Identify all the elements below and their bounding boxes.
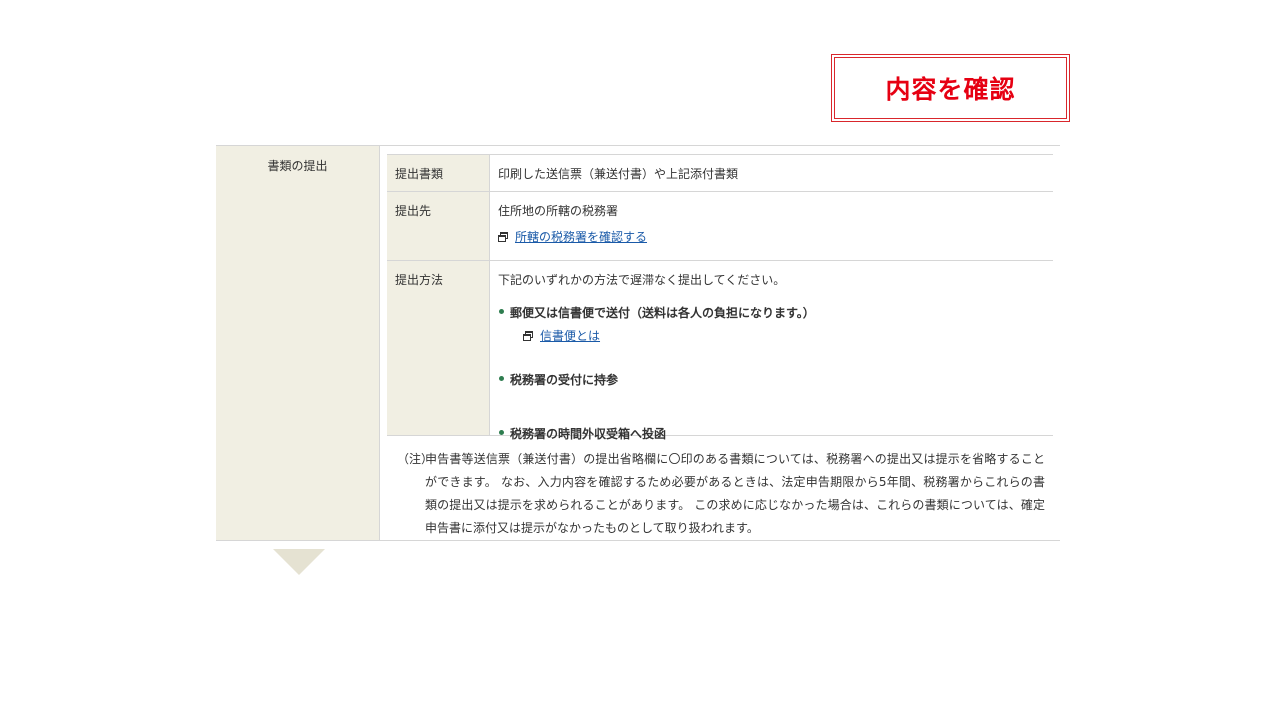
method-intro-text: 下記のいずれかの方法で遅滞なく提出してください。	[498, 273, 786, 287]
list-item: 郵便又は信書便で送付（送料は各人の負担になります。） 信書便とは	[498, 304, 1053, 344]
section-label-column: 書類の提出	[216, 146, 380, 540]
section-title: 書類の提出	[267, 159, 328, 173]
destination-text: 住所地の所轄の税務署	[498, 204, 619, 218]
row-key-method: 提出方法	[387, 261, 490, 435]
tax-office-link-line: 所轄の税務署を確認する	[498, 228, 1053, 245]
method-mail-text: 郵便又は信書便で送付（送料は各人の負担になります。）	[510, 306, 815, 320]
confirm-callout-label: 内容を確認	[834, 57, 1067, 119]
list-item: 税務署の時間外収受箱へ投函	[498, 425, 1053, 442]
down-arrow-icon	[273, 549, 325, 575]
note-text: 申告書等送信票（兼送付書）の提出省略欄に〇印のある書類については、税務署への提出…	[425, 452, 1045, 535]
row-key-documents: 提出書類	[387, 155, 490, 191]
method-list: 郵便又は信書便で送付（送料は各人の負担になります。） 信書便とは 税務署の受付に…	[498, 304, 1053, 442]
note-block: （注） 申告書等送信票（兼送付書）の提出省略欄に〇印のある書類については、税務署…	[397, 448, 1045, 540]
document-submission-panel: 書類の提出 提出書類 印刷した送信票（兼送付書）や上記添付書類 提出先 住所地の…	[216, 145, 1060, 541]
check-tax-office-link[interactable]: 所轄の税務署を確認する	[515, 228, 647, 245]
shinshobin-link[interactable]: 信書便とは	[540, 327, 600, 344]
new-window-icon	[523, 330, 534, 341]
method-dropbox-text: 税務署の時間外収受箱へ投函	[510, 427, 667, 441]
row-key-destination: 提出先	[387, 192, 490, 260]
table-row: 提出先 住所地の所轄の税務署 所轄の税務署を確認する	[387, 192, 1053, 261]
row-value-destination: 住所地の所轄の税務署 所轄の税務署を確認する	[490, 192, 1053, 260]
row-value-method: 下記のいずれかの方法で遅滞なく提出してください。 郵便又は信書便で送付（送料は各…	[490, 261, 1053, 441]
note-label: （注）	[397, 452, 434, 466]
table-row: 提出書類 印刷した送信票（兼送付書）や上記添付書類	[387, 155, 1053, 192]
method-counter-text: 税務署の受付に持参	[510, 373, 619, 387]
new-window-icon	[498, 231, 509, 242]
list-item: 税務署の受付に持参	[498, 371, 1053, 388]
row-value-documents: 印刷した送信票（兼送付書）や上記添付書類	[498, 167, 739, 181]
slide: 内容を確認 書類の提出 提出書類 印刷した送信票（兼送付書）や上記添付書類 提出…	[0, 0, 1280, 720]
confirm-callout: 内容を確認	[831, 54, 1070, 122]
table-row: 提出方法 下記のいずれかの方法で遅滞なく提出してください。 郵便又は信書便で送付…	[387, 261, 1053, 441]
submission-detail-table: 提出書類 印刷した送信票（兼送付書）や上記添付書類 提出先 住所地の所轄の税務署…	[387, 154, 1053, 441]
shinshobin-link-line: 信書便とは	[523, 327, 1053, 344]
